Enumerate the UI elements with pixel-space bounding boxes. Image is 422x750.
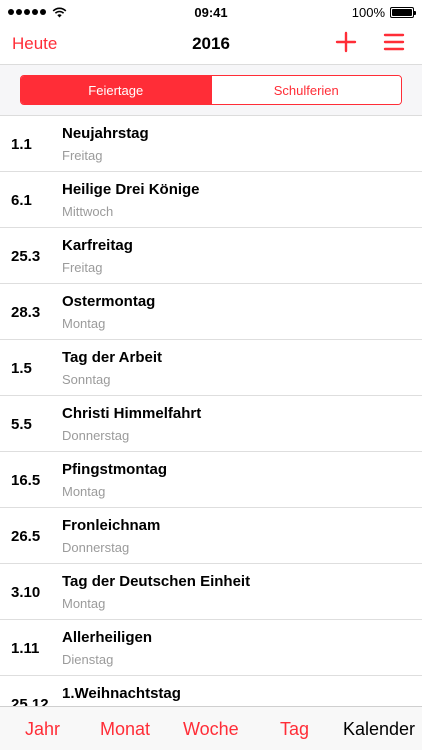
holiday-date: 28.3 [11,304,41,321]
tab-bar: Jahr Monat Woche Tag Kalender [0,706,422,750]
signal-icon [8,9,46,15]
holiday-date: 5.5 [11,416,32,433]
holiday-list[interactable]: 1.1 Neujahrstag Freitag 6.1 Heilige Drei… [0,116,422,706]
holiday-weekday: Freitag [62,148,103,163]
wifi-icon [52,7,67,17]
holiday-weekday: Montag [62,484,106,499]
holiday-name: Allerheiligen [62,629,153,646]
list-item[interactable]: 1.1 Neujahrstag Freitag [0,116,422,172]
today-button[interactable]: Heute [12,34,57,54]
plus-icon[interactable] [334,30,358,54]
holiday-name: Ostermontag [62,293,156,310]
list-item[interactable]: 25.12 1.Weihnachtstag [0,676,422,706]
holiday-weekday: Freitag [62,260,103,275]
list-item[interactable]: 28.3 Ostermontag Montag [0,284,422,340]
tab-kalender[interactable]: Kalender [343,719,415,740]
holiday-date: 16.5 [11,472,41,489]
list-item[interactable]: 16.5 Pfingstmontag Montag [0,452,422,508]
page-title: 2016 [192,34,230,53]
holiday-date: 25.12 [11,696,49,706]
menu-icon[interactable] [383,32,405,52]
list-item[interactable]: 6.1 Heilige Drei Könige Mittwoch [0,172,422,228]
holiday-weekday: Dienstag [62,652,114,667]
holiday-date: 6.1 [11,192,32,209]
tab-woche[interactable]: Woche [183,719,239,740]
holiday-name: Pfingstmontag [62,461,167,478]
holiday-weekday: Donnerstag [62,540,130,555]
battery-percent: 100% [351,4,385,20]
holiday-name: 1.Weihnachtstag [62,685,181,702]
holiday-weekday: Montag [62,316,106,331]
holiday-weekday: Sonntag [62,372,111,387]
list-item[interactable]: 1.5 Tag der Arbeit Sonntag [0,340,422,396]
status-right: 100% [351,4,416,20]
holiday-name: Tag der Deutschen Einheit [62,573,251,590]
tab-jahr[interactable]: Jahr [25,719,60,740]
segmented-control: Feiertage Schulferien [20,75,402,105]
holiday-name: Christi Himmelfahrt [62,405,202,422]
tab-monat[interactable]: Monat [100,719,150,740]
segment-container: Feiertage Schulferien [0,64,422,116]
status-bar: 09:41 100% [0,0,422,24]
list-item[interactable]: 3.10 Tag der Deutschen Einheit Montag [0,564,422,620]
tab-tag[interactable]: Tag [280,719,309,740]
holiday-weekday: Donnerstag [62,428,130,443]
holiday-name: Heilige Drei Könige [62,181,200,198]
holiday-date: 3.10 [11,584,41,601]
holiday-date: 26.5 [11,528,41,545]
list-item[interactable]: 1.11 Allerheiligen Dienstag [0,620,422,676]
holiday-date: 1.5 [11,360,32,377]
status-left [8,7,67,18]
segment-feiertage[interactable]: Feiertage [21,76,211,104]
holiday-weekday: Montag [62,596,106,611]
holiday-date: 1.11 [11,640,40,657]
holiday-weekday: Mittwoch [62,204,114,219]
list-item[interactable]: 25.3 Karfreitag Freitag [0,228,422,284]
list-item[interactable]: 26.5 Fronleichnam Donnerstag [0,508,422,564]
holiday-name: Fronleichnam [62,517,161,534]
holiday-date: 1.1 [11,136,32,153]
holiday-date: 25.3 [11,248,41,265]
nav-bar: Heute 2016 [0,24,422,64]
list-item[interactable]: 5.5 Christi Himmelfahrt Donnerstag [0,396,422,452]
segment-schulferien[interactable]: Schulferien [210,76,401,104]
holiday-name: Tag der Arbeit [62,349,163,366]
battery-icon [390,6,416,18]
holiday-name: Neujahrstag [62,125,149,142]
holiday-name: Karfreitag [62,237,133,254]
